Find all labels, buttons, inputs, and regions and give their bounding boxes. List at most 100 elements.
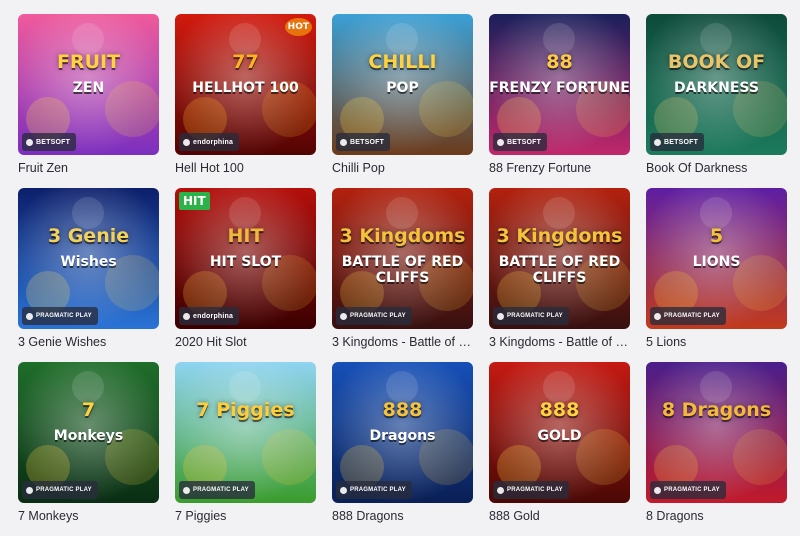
game-title[interactable]: 3 Kingdoms - Battle of Red Cliffs — [489, 335, 630, 349]
provider-logo-icon — [26, 312, 33, 320]
game-logo-text: CHILLI — [368, 51, 437, 73]
game-card[interactable]: 888 GOLD PRAGMATIC PLAY 888 Gold — [489, 362, 630, 536]
game-logo-text: FRUIT — [56, 51, 121, 73]
provider-logo-icon — [654, 486, 661, 494]
game-card[interactable]: 7 Monkeys PRAGMATIC PLAY 7 Monkeys — [18, 362, 159, 536]
provider-name: BETSOFT — [36, 138, 71, 146]
provider-badge: PRAGMATIC PLAY — [336, 481, 412, 499]
provider-name: PRAGMATIC PLAY — [193, 487, 249, 493]
provider-logo-icon — [340, 312, 347, 320]
game-card[interactable]: 888 Dragons PRAGMATIC PLAY 888 Dragons — [332, 362, 473, 536]
game-logo-text: 3 Genie — [47, 225, 130, 247]
provider-badge: BETSOFT — [650, 133, 705, 151]
game-title[interactable]: 8 Dragons — [646, 509, 787, 523]
provider-logo-icon — [183, 138, 190, 146]
game-thumbnail[interactable]: BOOK OF DARKNESS BETSOFT — [646, 14, 787, 155]
game-thumbnail[interactable]: 3 Kingdoms BATTLE OF RED CLIFFS PRAGMATIC … — [489, 188, 630, 329]
game-logo-text: 3 Kingdoms — [339, 225, 466, 247]
game-card[interactable]: 3 Kingdoms BATTLE OF RED CLIFFS PRAGMATIC … — [489, 188, 630, 362]
provider-name: endorphina — [193, 312, 234, 320]
game-title[interactable]: 5 Lions — [646, 335, 787, 349]
game-card[interactable]: CHILLI POP BETSOFT Chilli Pop — [332, 14, 473, 188]
game-title[interactable]: Book Of Darkness — [646, 161, 787, 175]
game-thumbnail[interactable]: 7 Monkeys PRAGMATIC PLAY — [18, 362, 159, 503]
game-title[interactable]: 2020 Hit Slot — [175, 335, 316, 349]
game-card[interactable]: HIT HIT SLOT HIT endorphina 2020 Hit Slot — [175, 188, 316, 362]
provider-logo-icon — [26, 486, 33, 494]
provider-badge: PRAGMATIC PLAY — [493, 481, 569, 499]
game-title[interactable]: Fruit Zen — [18, 161, 159, 175]
game-thumbnail[interactable]: 7 Piggies PRAGMATIC PLAY — [175, 362, 316, 503]
game-thumbnail[interactable]: CHILLI POP BETSOFT — [332, 14, 473, 155]
game-thumbnail[interactable]: HIT HIT SLOT HIT endorphina — [175, 188, 316, 329]
game-card[interactable]: 3 Genie Wishes PRAGMATIC PLAY 3 Genie Wishe… — [18, 188, 159, 362]
game-logo-subtext: DARKNESS — [674, 80, 759, 96]
game-logo-text: 8 Dragons — [661, 399, 772, 421]
provider-logo-icon — [497, 312, 504, 320]
game-logo-text: 7 Piggies — [196, 399, 295, 421]
provider-name: BETSOFT — [350, 138, 385, 146]
provider-logo-icon — [654, 312, 661, 320]
provider-badge: PRAGMATIC PLAY — [22, 481, 98, 499]
game-thumbnail[interactable]: 77 HELLHOT 100 HOT endorphina — [175, 14, 316, 155]
game-logo-subtext: HIT SLOT — [209, 254, 282, 270]
provider-logo-icon — [654, 138, 661, 146]
provider-name: PRAGMATIC PLAY — [350, 313, 406, 319]
game-title[interactable]: 88 Frenzy Fortune — [489, 161, 630, 175]
provider-logo-icon — [26, 138, 33, 146]
game-title[interactable]: 3 Genie Wishes — [18, 335, 159, 349]
corner-tag: HOT — [284, 18, 312, 36]
game-thumbnail[interactable]: 3 Kingdoms BATTLE OF RED CLIFFS PRAGMATIC … — [332, 188, 473, 329]
game-title[interactable]: 888 Gold — [489, 509, 630, 523]
game-title[interactable]: 7 Piggies — [175, 509, 316, 523]
provider-logo-icon — [183, 486, 190, 494]
game-logo-subtext: GOLD — [537, 428, 582, 444]
provider-logo-icon — [497, 486, 504, 494]
game-logo-subtext: LIONS — [692, 254, 741, 270]
provider-badge: endorphina — [179, 307, 240, 325]
game-card[interactable]: BOOK OF DARKNESS BETSOFT Book Of Darkness — [646, 14, 787, 188]
game-title[interactable]: 3 Kingdoms - Battle of Red Cliffs — [332, 335, 473, 349]
game-card[interactable]: 8 Dragons PRAGMATIC PLAY 8 Dragons — [646, 362, 787, 536]
game-logo-text: 7 — [81, 399, 96, 421]
game-card[interactable]: 88 FRENZY FORTUNE BETSOFT 88 Frenzy Fortune — [489, 14, 630, 188]
game-logo-text: HIT — [227, 225, 264, 247]
provider-badge: PRAGMATIC PLAY — [179, 481, 255, 499]
provider-badge: PRAGMATIC PLAY — [650, 481, 726, 499]
game-logo-subtext: Dragons — [369, 428, 436, 444]
provider-badge: BETSOFT — [22, 133, 77, 151]
provider-badge: PRAGMATIC PLAY — [493, 307, 569, 325]
game-thumbnail[interactable]: 88 FRENZY FORTUNE BETSOFT — [489, 14, 630, 155]
game-logo-subtext: FRENZY FORTUNE — [489, 80, 630, 96]
game-title[interactable]: 888 Dragons — [332, 509, 473, 523]
game-thumbnail[interactable]: 888 Dragons PRAGMATIC PLAY — [332, 362, 473, 503]
provider-name: PRAGMATIC PLAY — [507, 313, 563, 319]
game-logo-subtext: POP — [386, 80, 419, 96]
provider-badge: BETSOFT — [493, 133, 548, 151]
game-thumbnail[interactable]: 8 Dragons PRAGMATIC PLAY — [646, 362, 787, 503]
provider-name: PRAGMATIC PLAY — [36, 313, 92, 319]
game-logo-subtext: BATTLE OF RED CLIFFS — [341, 254, 464, 286]
game-logo-text: 888 — [382, 399, 423, 421]
corner-tag: HIT — [179, 192, 210, 210]
provider-badge: PRAGMATIC PLAY — [650, 307, 726, 325]
game-title[interactable]: Hell Hot 100 — [175, 161, 316, 175]
provider-logo-icon — [497, 138, 504, 146]
game-grid: FRUIT ZEN BETSOFT Fruit Zen 77 HELLHOT 100 HO… — [18, 14, 787, 536]
game-thumbnail[interactable]: 3 Genie Wishes PRAGMATIC PLAY — [18, 188, 159, 329]
provider-name: PRAGMATIC PLAY — [664, 487, 720, 493]
game-title[interactable]: Chilli Pop — [332, 161, 473, 175]
game-logo-subtext: ZEN — [72, 80, 105, 96]
game-card[interactable]: 3 Kingdoms BATTLE OF RED CLIFFS PRAGMATIC … — [332, 188, 473, 362]
game-card[interactable]: 5 LIONS PRAGMATIC PLAY 5 Lions — [646, 188, 787, 362]
game-thumbnail[interactable]: FRUIT ZEN BETSOFT — [18, 14, 159, 155]
provider-name: BETSOFT — [507, 138, 542, 146]
game-card[interactable]: FRUIT ZEN BETSOFT Fruit Zen — [18, 14, 159, 188]
game-title[interactable]: 7 Monkeys — [18, 509, 159, 523]
game-logo-text: 88 — [546, 51, 573, 73]
game-logo-text: 77 — [232, 51, 259, 73]
game-card[interactable]: 77 HELLHOT 100 HOT endorphina Hell Hot 100 — [175, 14, 316, 188]
game-thumbnail[interactable]: 888 GOLD PRAGMATIC PLAY — [489, 362, 630, 503]
game-card[interactable]: 7 Piggies PRAGMATIC PLAY 7 Piggies — [175, 362, 316, 536]
game-thumbnail[interactable]: 5 LIONS PRAGMATIC PLAY — [646, 188, 787, 329]
